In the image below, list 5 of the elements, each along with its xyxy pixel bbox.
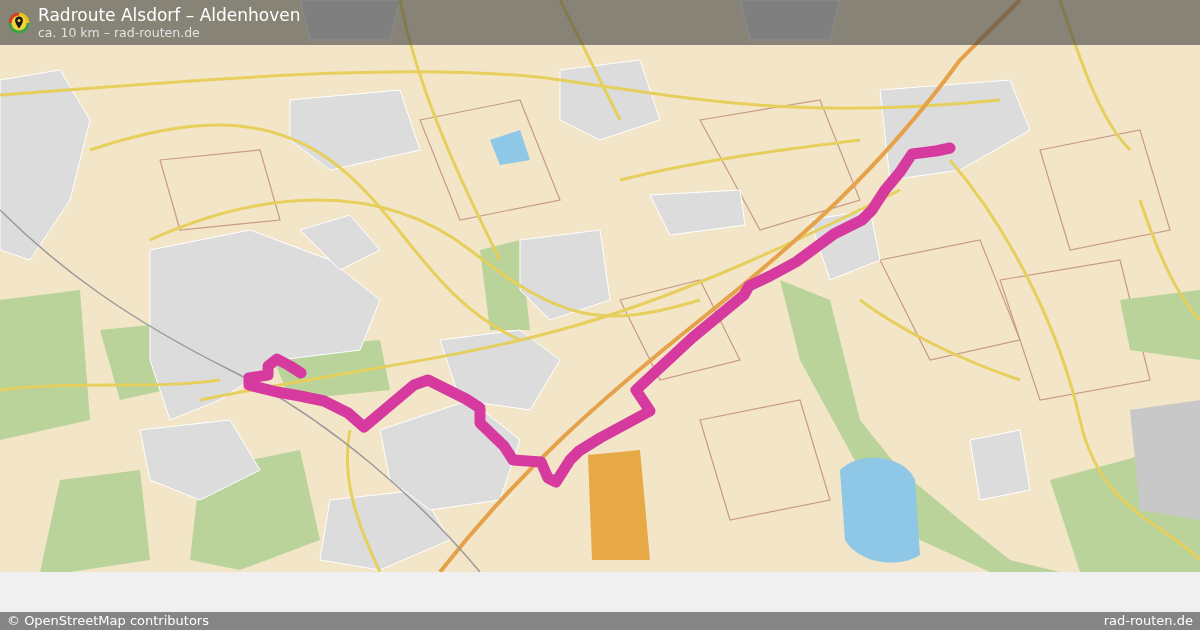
map-pin-icon [8,11,30,34]
site-name: rad-routen.de [1103,613,1193,629]
route-title: Radroute Alsdorf – Aldenhoven [38,5,301,25]
attribution-text: © OpenStreetMap contributors [7,613,209,629]
route-subtitle: ca. 10 km – rad-routen.de [38,25,201,40]
